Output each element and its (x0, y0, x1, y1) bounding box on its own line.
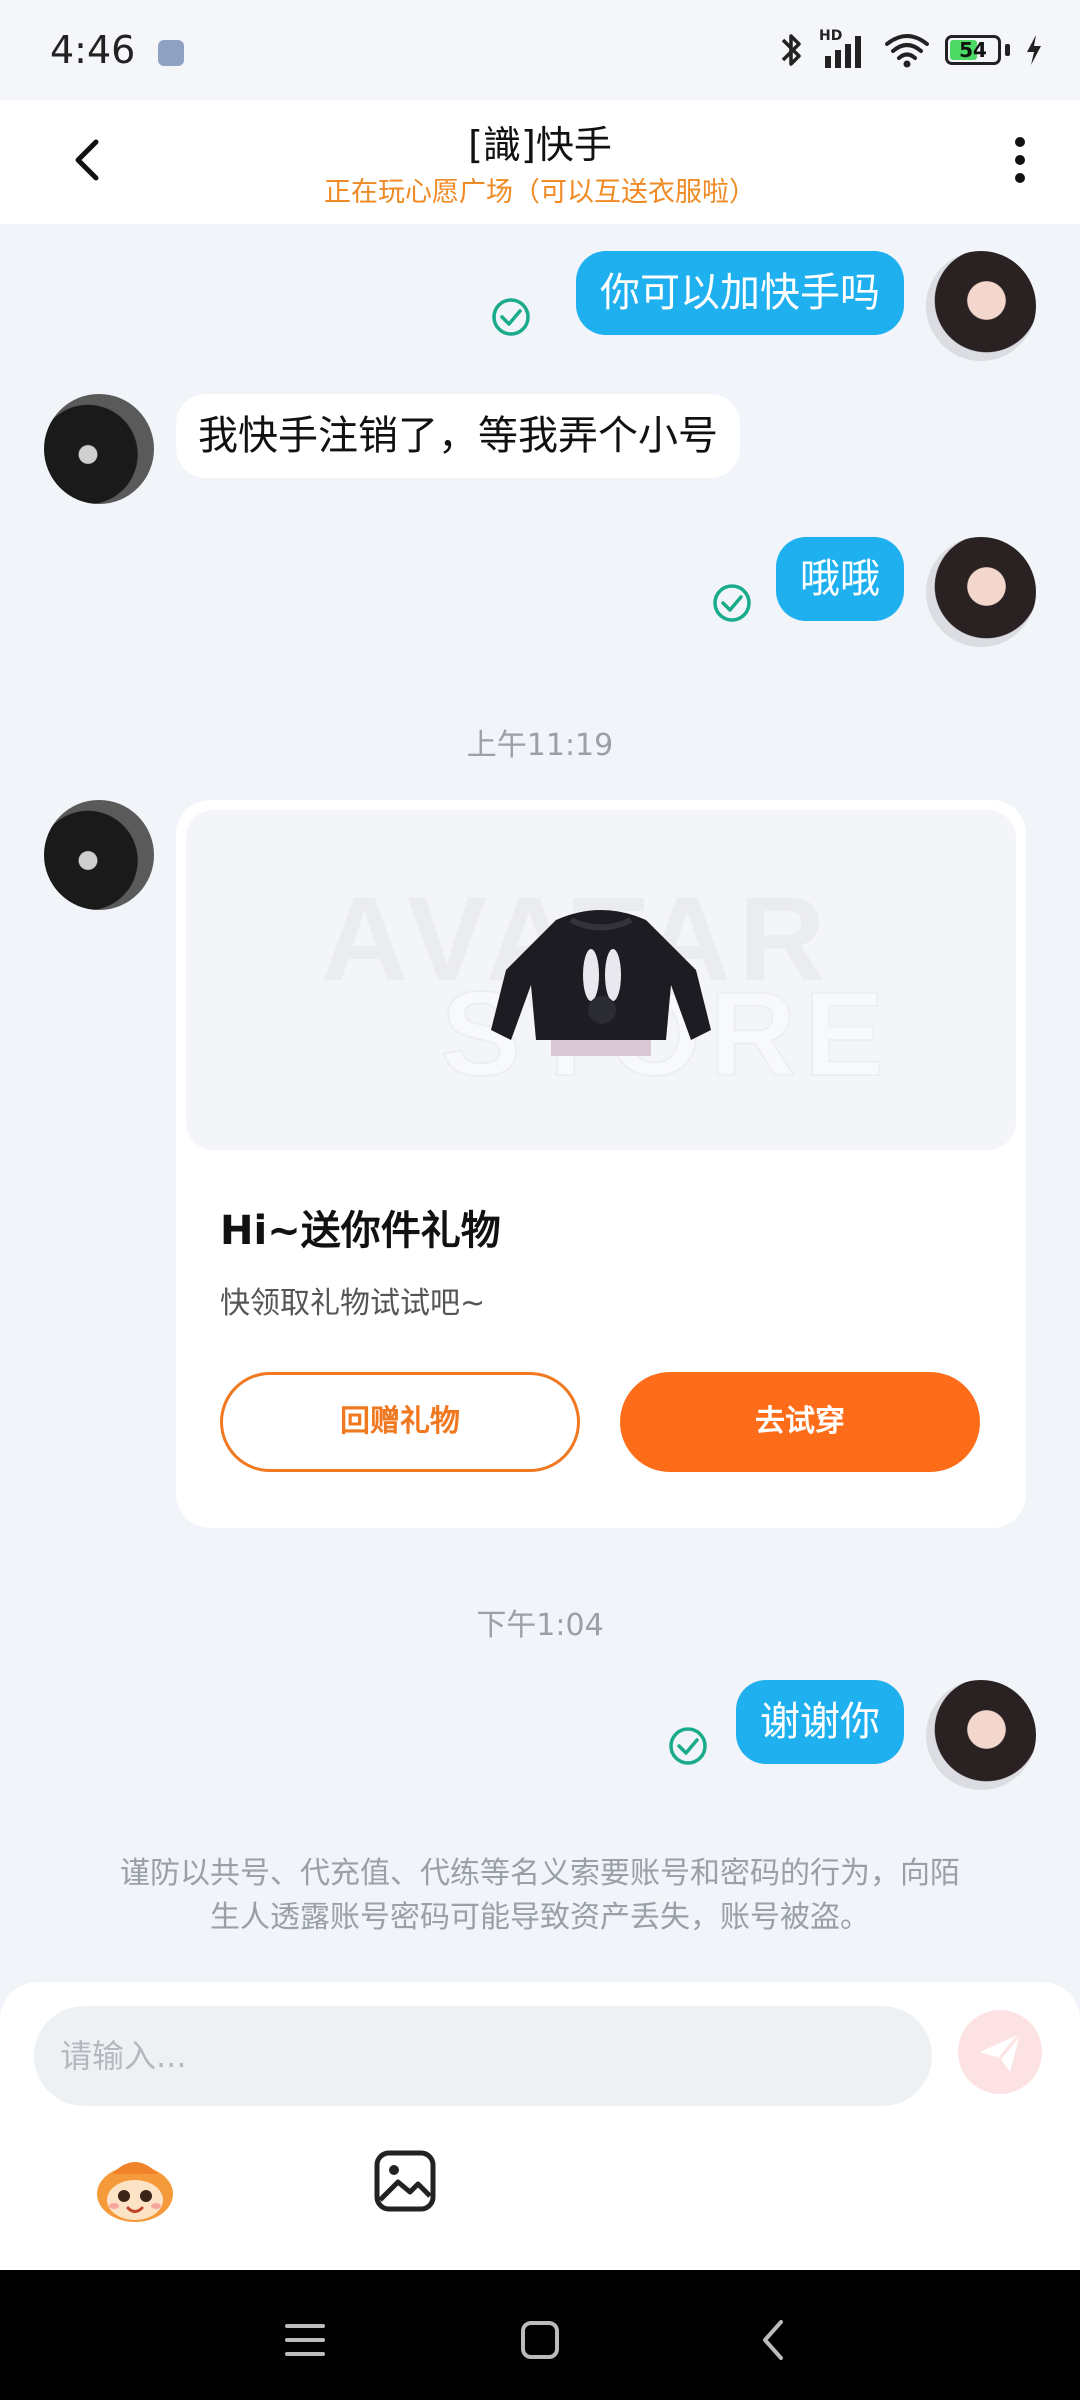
wifi-icon (885, 34, 929, 68)
message-input[interactable]: 请输入... (34, 2006, 932, 2106)
system-nav-bar (0, 2270, 1080, 2400)
message-bubble-outgoing[interactable]: 谢谢你 (736, 1680, 904, 1764)
return-gift-button[interactable]: 回赠礼物 (220, 1372, 580, 1472)
bluetooth-icon (781, 34, 801, 66)
gift-card[interactable]: AVATAR STORE Hi~送你件礼物 快领取礼物试试吧~ 回赠礼物 去试穿 (176, 800, 1026, 1528)
home-square-icon[interactable] (510, 2310, 570, 2370)
chat-title: [識]快手 (468, 123, 612, 167)
battery-level: 54 (959, 38, 987, 62)
menu-icon[interactable] (275, 2310, 335, 2370)
message-bubble-outgoing[interactable]: 哦哦 (776, 537, 904, 621)
message-bubble-incoming[interactable]: 我快手注销了，等我弄个小号 (176, 394, 740, 478)
composer-panel: 请输入... (0, 1982, 1080, 2270)
more-vertical-icon[interactable] (1000, 130, 1040, 190)
my-avatar[interactable] (926, 1680, 1036, 1790)
read-check-icon (669, 1727, 707, 1765)
charging-icon (1027, 35, 1041, 65)
timestamp: 下午1:04 (476, 1608, 604, 1643)
status-time: 4:46 (50, 28, 136, 72)
gift-title: Hi~送你件礼物 (220, 1208, 501, 1254)
chat-header: [識]快手 正在玩心愿广场（可以互送衣服啦） (0, 100, 1080, 224)
signal-icon: HD (819, 28, 869, 70)
battery-icon: 54 (945, 35, 1001, 65)
gift-image[interactable]: AVATAR STORE (186, 810, 1016, 1150)
warning-line: 谨防以共号、代充值、代练等名义索要账号和密码的行为，向陌 (120, 1856, 960, 1891)
image-icon[interactable] (372, 2148, 438, 2214)
gift-description: 快领取礼物试试吧~ (220, 1286, 486, 1321)
gift-jacket-image (491, 910, 711, 1056)
contact-avatar[interactable] (44, 394, 154, 504)
chat-subtitle[interactable]: 正在玩心愿广场（可以互送衣服啦） (0, 170, 1080, 209)
nav-back-icon[interactable] (745, 2310, 805, 2370)
my-avatar[interactable] (926, 251, 1036, 361)
message-bubble-outgoing[interactable]: 你可以加快手吗 (576, 251, 904, 335)
send-button[interactable] (958, 2010, 1042, 2094)
app-notification-icon (158, 40, 184, 66)
timestamp: 上午11:19 (466, 728, 614, 763)
mascot-icon[interactable] (92, 2150, 178, 2226)
read-check-icon (492, 298, 530, 336)
security-warning: 谨防以共号、代充值、代练等名义索要账号和密码的行为，向陌 生人透露账号密码可能导… (70, 1852, 1010, 1940)
read-check-icon (713, 584, 751, 622)
status-bar: 4:46 HD 54 (0, 0, 1080, 100)
my-avatar[interactable] (926, 537, 1036, 647)
contact-avatar[interactable] (44, 800, 154, 910)
send-icon (980, 2033, 1022, 2072)
status-icons: HD 54 (779, 28, 1044, 70)
try-on-button[interactable]: 去试穿 (620, 1372, 980, 1472)
warning-line: 生人透露账号密码可能导致资产丢失，账号被盗。 (210, 1900, 870, 1935)
